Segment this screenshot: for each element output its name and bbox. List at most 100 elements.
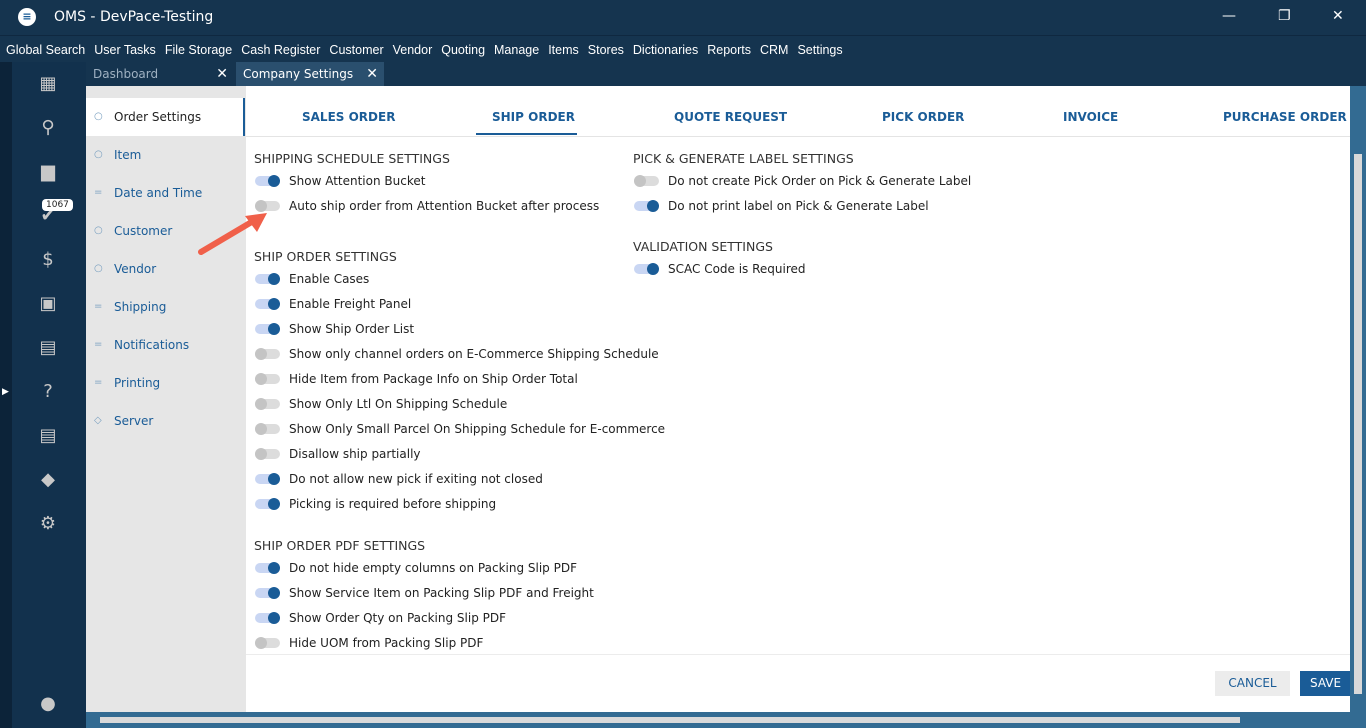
quote-clipboard-icon[interactable]: ? bbox=[37, 382, 59, 402]
toggle-switch[interactable] bbox=[255, 348, 280, 360]
toggle-switch[interactable] bbox=[255, 423, 280, 435]
footer-divider bbox=[246, 654, 1350, 655]
menu-item-manage[interactable]: Manage bbox=[494, 36, 539, 62]
store-icon[interactable]: ▤ bbox=[37, 338, 59, 358]
setting-label: Show Order Qty on Packing Slip PDF bbox=[289, 611, 507, 625]
tab-label: Dashboard bbox=[93, 67, 159, 81]
tasks-badge: 1067 bbox=[42, 199, 73, 211]
tabs-divider bbox=[246, 136, 1350, 137]
toggle-switch[interactable] bbox=[255, 175, 280, 187]
tab-quote-request[interactable]: QUOTE REQUEST bbox=[674, 110, 787, 124]
menu-item-user-tasks[interactable]: User Tasks bbox=[94, 36, 156, 62]
user-icon[interactable]: ● bbox=[37, 694, 59, 714]
setting-label: Enable Cases bbox=[289, 272, 370, 286]
clipboard-icon[interactable]: ▤ bbox=[37, 426, 59, 446]
close-tab-icon[interactable]: ✕ bbox=[216, 62, 228, 86]
nav-item-label: Item bbox=[114, 148, 142, 162]
scroll-thumb[interactable] bbox=[100, 717, 1240, 723]
nav-bullet-icon: ○ bbox=[94, 149, 103, 160]
toggle-switch[interactable] bbox=[255, 562, 280, 574]
folder-icon[interactable]: ▆ bbox=[37, 162, 59, 182]
nav-item-label: Notifications bbox=[114, 338, 190, 352]
title-bar: ≡ OMS - DevPace-Testing — ❐ ✕ bbox=[0, 0, 1366, 35]
setting-label: Hide UOM from Packing Slip PDF bbox=[289, 636, 484, 650]
toggle-switch[interactable] bbox=[255, 473, 280, 485]
close-tab-icon[interactable]: ✕ bbox=[366, 62, 378, 86]
toggle-switch[interactable] bbox=[634, 200, 659, 212]
cancel-button[interactable]: CANCEL bbox=[1215, 671, 1290, 696]
nav-item-label: Vendor bbox=[114, 262, 157, 276]
setting-label: Disallow ship partially bbox=[289, 447, 421, 461]
setting-label: Picking is required before shipping bbox=[289, 497, 497, 511]
settings-nav: ○ Order Settings ○ Item = Date and Time ○ Custo… bbox=[86, 86, 246, 712]
nav-item-label: Order Settings bbox=[114, 110, 202, 124]
save-button[interactable]: SAVE bbox=[1300, 671, 1350, 696]
nav-item-notifications[interactable]: = Notifications bbox=[86, 326, 245, 364]
expand-arrow-icon[interactable]: ▶ bbox=[2, 387, 9, 397]
horizontal-scrollbar[interactable] bbox=[86, 712, 1366, 728]
toggle-switch[interactable] bbox=[255, 498, 280, 510]
vertical-scrollbar[interactable] bbox=[1350, 86, 1366, 712]
rail-expander[interactable]: ▶ bbox=[0, 62, 12, 728]
menu-item-reports[interactable]: Reports bbox=[707, 36, 751, 62]
minimize-button[interactable]: — bbox=[1222, 8, 1236, 24]
menu-item-dictionaries[interactable]: Dictionaries bbox=[633, 36, 698, 62]
settings-panel: CANCEL SAVE SALES ORDER SHIP ORDER QUOTE R… bbox=[246, 86, 1350, 712]
toggle-switch[interactable] bbox=[255, 612, 280, 624]
nav-item-date-and-time[interactable]: = Date and Time bbox=[86, 174, 245, 212]
tab-company-settings[interactable]: Company Settings ✕ bbox=[236, 62, 384, 86]
menu-item-settings[interactable]: Settings bbox=[797, 36, 842, 62]
menu-item-customer[interactable]: Customer bbox=[329, 36, 383, 62]
setting-label: Show Service Item on Packing Slip PDF an… bbox=[289, 586, 594, 600]
search-icon[interactable]: ⚲ bbox=[37, 118, 59, 138]
tab-invoice[interactable]: INVOICE bbox=[1063, 110, 1118, 124]
section-title: SHIP ORDER SETTINGS bbox=[254, 249, 397, 264]
tab-sales-order[interactable]: SALES ORDER bbox=[302, 110, 395, 124]
toggle-switch[interactable] bbox=[255, 298, 280, 310]
nav-item-label: Server bbox=[114, 414, 154, 428]
toggle-switch[interactable] bbox=[255, 273, 280, 285]
menu-item-items[interactable]: Items bbox=[548, 36, 579, 62]
tab-purchase-order[interactable]: PURCHASE ORDER bbox=[1223, 110, 1347, 124]
dollar-icon[interactable]: $ bbox=[37, 250, 59, 270]
dashboard-icon[interactable]: ▦ bbox=[37, 74, 59, 94]
nav-bullet-icon: = bbox=[94, 339, 103, 350]
menu-item-global-search[interactable]: Global Search bbox=[6, 36, 85, 62]
nav-item-shipping[interactable]: = Shipping bbox=[86, 288, 245, 326]
toggle-switch[interactable] bbox=[634, 263, 659, 275]
toggle-switch[interactable] bbox=[634, 175, 659, 187]
maximize-button[interactable]: ❐ bbox=[1278, 8, 1291, 24]
toggle-switch[interactable] bbox=[255, 398, 280, 410]
toggle-switch[interactable] bbox=[255, 323, 280, 335]
menu-item-crm[interactable]: CRM bbox=[760, 36, 788, 62]
toggle-switch[interactable] bbox=[255, 587, 280, 599]
section-title: SHIPPING SCHEDULE SETTINGS bbox=[254, 151, 450, 166]
window-title: OMS - DevPace-Testing bbox=[54, 9, 214, 25]
menu-item-quoting[interactable]: Quoting bbox=[441, 36, 485, 62]
menu-item-cash-register[interactable]: Cash Register bbox=[241, 36, 320, 62]
tab-ship-order[interactable]: SHIP ORDER bbox=[492, 110, 575, 124]
setting-label: Show only channel orders on E-Commerce S… bbox=[289, 347, 659, 361]
nav-item-label: Customer bbox=[114, 224, 173, 238]
toggle-switch[interactable] bbox=[255, 448, 280, 460]
tag-icon[interactable]: ◆ bbox=[37, 470, 59, 490]
toggle-switch[interactable] bbox=[255, 373, 280, 385]
menu-item-vendor[interactable]: Vendor bbox=[393, 36, 433, 62]
nav-item-order-settings[interactable]: ○ Order Settings bbox=[86, 98, 245, 136]
nav-item-label: Printing bbox=[114, 376, 161, 390]
tab-dashboard[interactable]: Dashboard ✕ bbox=[86, 62, 234, 86]
contact-icon[interactable]: ▣ bbox=[37, 294, 59, 314]
nav-item-server[interactable]: ◇ Server bbox=[86, 402, 245, 440]
nav-bullet-icon: = bbox=[94, 187, 103, 198]
menu-item-file-storage[interactable]: File Storage bbox=[165, 36, 232, 62]
scroll-thumb[interactable] bbox=[1354, 154, 1362, 694]
tab-pick-order[interactable]: PICK ORDER bbox=[882, 110, 964, 124]
close-window-button[interactable]: ✕ bbox=[1332, 8, 1344, 24]
menu-item-stores[interactable]: Stores bbox=[588, 36, 624, 62]
gear-icon[interactable]: ⚙ bbox=[37, 514, 59, 534]
active-tab-underline bbox=[476, 133, 577, 135]
tab-label: Company Settings bbox=[243, 67, 354, 81]
toggle-switch[interactable] bbox=[255, 637, 280, 649]
nav-item-item[interactable]: ○ Item bbox=[86, 136, 245, 174]
nav-item-printing[interactable]: = Printing bbox=[86, 364, 245, 402]
